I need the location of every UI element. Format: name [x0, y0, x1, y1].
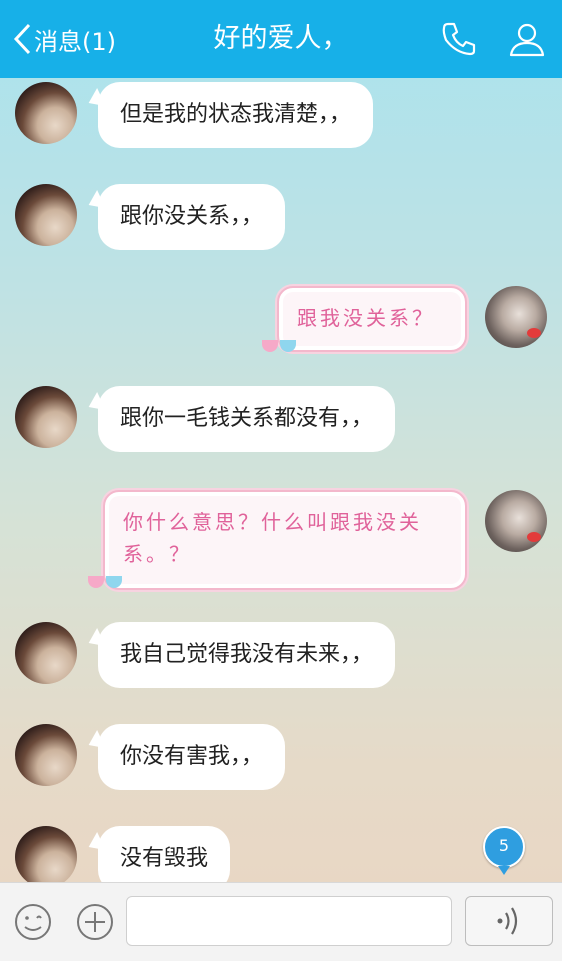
sent-message-text: 跟我没关系？ — [297, 306, 435, 330]
sent-message-line: 系。？ — [123, 542, 192, 566]
unread-count-badge[interactable]: 5 — [483, 826, 525, 875]
message-bubble: 但是我的状态我清楚，， — [98, 82, 374, 148]
message-bubble: 我自己觉得我没有未来，， — [98, 622, 396, 688]
sent-message-bubble: 跟我没关系？ — [277, 286, 467, 352]
chat-header: 消息(1) 好的爱人， — [0, 0, 562, 78]
emoji-icon[interactable] — [13, 902, 53, 942]
contact-avatar[interactable] — [15, 386, 77, 448]
contact-avatar[interactable] — [15, 724, 77, 786]
sent-message-bubble: 你什么意思？什么叫跟我没关 系。？ — [103, 490, 467, 590]
sent-message-line: 你什么意思？什么叫跟我没关 — [123, 510, 422, 534]
my-avatar[interactable] — [485, 286, 547, 348]
phone-icon[interactable] — [440, 20, 478, 58]
contact-avatar[interactable] — [15, 622, 77, 684]
contact-avatar[interactable] — [15, 82, 77, 144]
message-input[interactable] — [126, 896, 452, 946]
voice-icon — [497, 907, 518, 935]
message-bubble: 跟你一毛钱关系都没有，， — [98, 386, 396, 452]
person-icon[interactable] — [508, 20, 546, 58]
message-bubble: 没有毁我 — [98, 826, 231, 882]
message-bubble: 你没有害我，， — [98, 724, 286, 790]
plus-icon[interactable] — [75, 902, 115, 942]
contact-avatar[interactable] — [15, 826, 77, 882]
my-avatar[interactable] — [485, 490, 547, 552]
contact-avatar[interactable] — [15, 184, 77, 246]
chat-area[interactable]: 但是我的状态我清楚，， 跟你没关系，， 跟我没关系？ 跟你一毛钱关系都没有，， … — [0, 78, 562, 882]
message-bubble: 跟你没关系，， — [98, 184, 286, 250]
voice-button[interactable] — [465, 896, 553, 946]
input-bar — [0, 882, 562, 961]
